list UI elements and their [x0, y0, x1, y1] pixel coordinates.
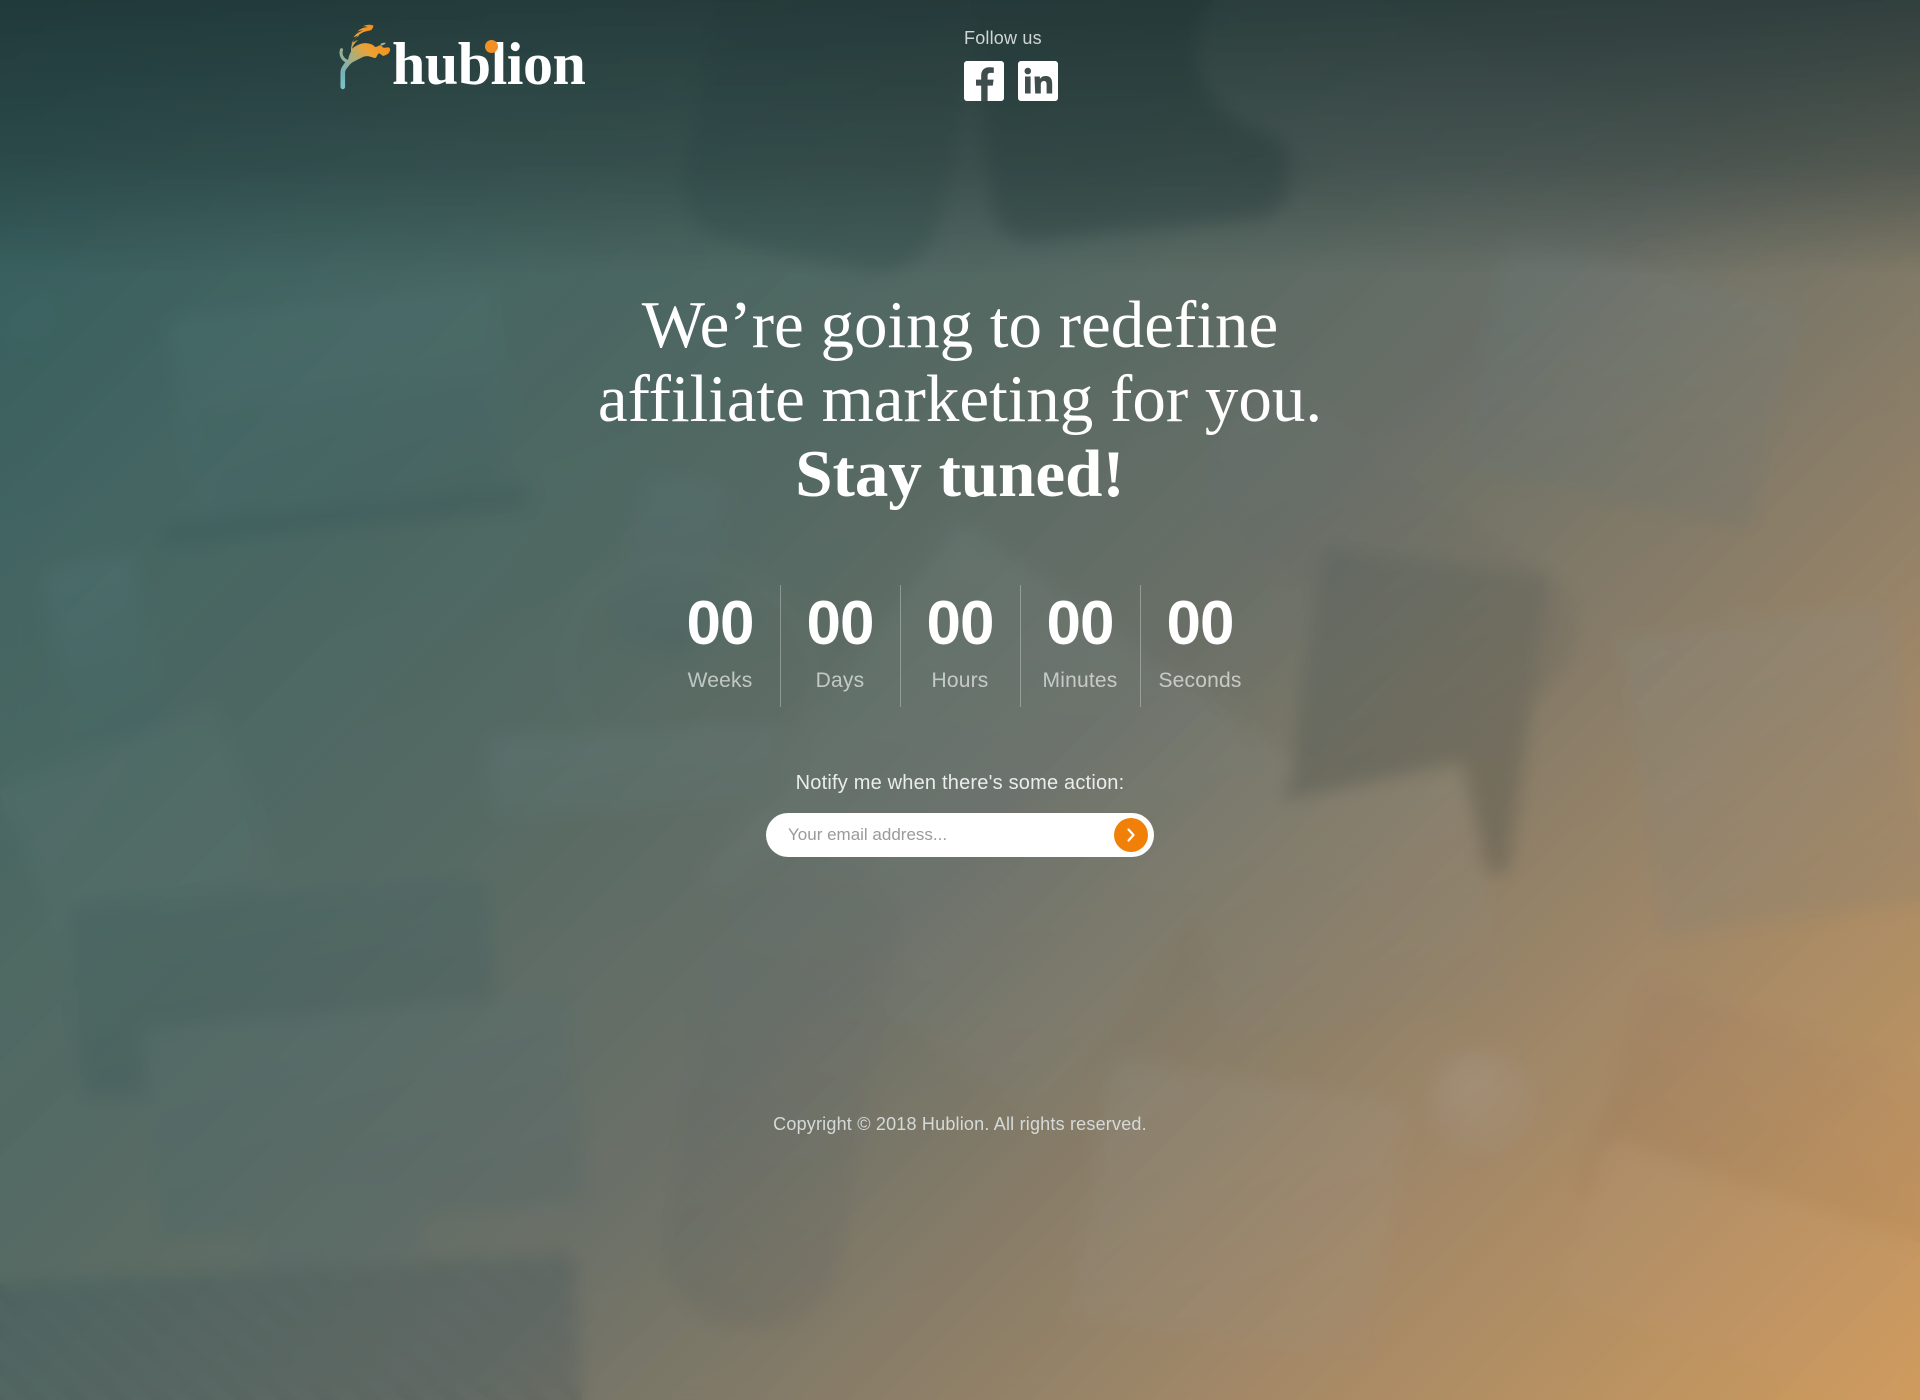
countdown-unit-seconds: 00 Seconds	[1140, 585, 1260, 707]
newsletter-form	[766, 813, 1154, 857]
countdown-unit-hours: 00 Hours	[900, 585, 1020, 707]
headline-line-3: Stay tuned!	[795, 436, 1125, 511]
facebook-icon	[964, 61, 1004, 101]
page-header: hublion Follow us	[0, 0, 1920, 165]
facebook-link[interactable]	[964, 61, 1004, 101]
page-footer: Copyright © 2018 Hublion. All rights res…	[0, 1114, 1920, 1135]
lion-logo-icon	[339, 24, 391, 90]
chevron-right-icon	[1127, 828, 1135, 842]
hero-section: We’re going to redefine affiliate market…	[0, 288, 1920, 511]
brand-logo[interactable]: hublion	[330, 18, 586, 96]
countdown-unit-weeks: 00 Weeks	[660, 585, 780, 707]
submit-button[interactable]	[1114, 818, 1148, 852]
social-links	[964, 61, 1058, 101]
follow-us-block: Follow us	[964, 28, 1058, 101]
countdown-unit-days: 00 Days	[780, 585, 900, 707]
coming-soon-page: hublion Follow us We’re going to redefin…	[0, 0, 1920, 1400]
brand-wordmark: hublion	[392, 34, 586, 94]
headline-line-1: We’re going to redefine	[641, 288, 1279, 362]
countdown-label: Hours	[931, 669, 989, 692]
countdown-value: 00	[806, 589, 875, 658]
headline-line-2: affiliate marketing for you.	[597, 362, 1323, 437]
email-input[interactable]	[788, 825, 1114, 845]
linkedin-icon	[1018, 61, 1058, 101]
countdown-value: 00	[1046, 589, 1115, 658]
countdown-timer: 00 Weeks 00 Days 00 Hours 00 Minutes 00 …	[660, 585, 1260, 707]
countdown-unit-minutes: 00 Minutes	[1020, 585, 1140, 707]
countdown-value: 00	[1166, 589, 1235, 658]
copyright-text: Copyright © 2018 Hublion. All rights res…	[773, 1114, 1147, 1134]
signup-section: Notify me when there's some action:	[0, 772, 1920, 857]
signup-prompt: Notify me when there's some action:	[795, 772, 1125, 794]
follow-us-label: Follow us	[964, 28, 1042, 48]
countdown-value: 00	[926, 589, 995, 658]
countdown-value: 00	[686, 589, 755, 658]
linkedin-link[interactable]	[1018, 61, 1058, 101]
countdown-label: Days	[815, 669, 865, 692]
wordmark-dot-accent	[485, 40, 498, 53]
countdown-label: Weeks	[687, 669, 753, 692]
countdown-label: Seconds	[1158, 669, 1242, 692]
countdown-label: Minutes	[1042, 669, 1118, 692]
page-title: We’re going to redefine affiliate market…	[0, 288, 1920, 511]
